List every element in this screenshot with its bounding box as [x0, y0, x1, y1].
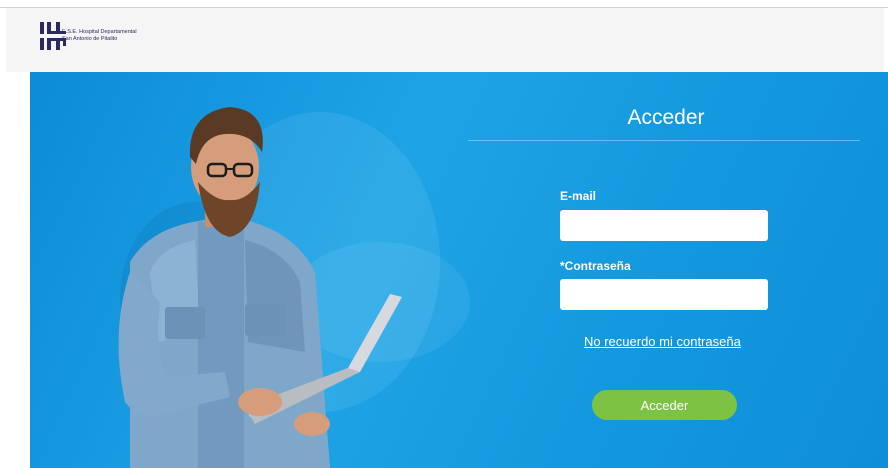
org-name-line2: San Antonio de Pitalito: [62, 36, 118, 42]
org-name-line1: E.S.E. Hospital Departamental: [62, 29, 137, 35]
email-field[interactable]: [560, 210, 768, 241]
password-label: *Contraseña: [560, 259, 631, 273]
password-field[interactable]: [560, 279, 768, 310]
title-divider: [468, 140, 860, 141]
forgot-password-link[interactable]: No recuerdo mi contraseña: [584, 334, 741, 349]
email-label: E-mail: [560, 189, 597, 203]
org-name: E.S.E. Hospital Departamental San Antoni…: [62, 29, 137, 43]
login-button[interactable]: Acceder: [592, 390, 737, 420]
man-with-laptop-illustration: [118, 107, 402, 468]
header-bar: E.S.E. Hospital Departamental San Antoni…: [6, 8, 884, 72]
hero-panel: [30, 72, 888, 468]
login-title: Acceder: [627, 106, 705, 129]
